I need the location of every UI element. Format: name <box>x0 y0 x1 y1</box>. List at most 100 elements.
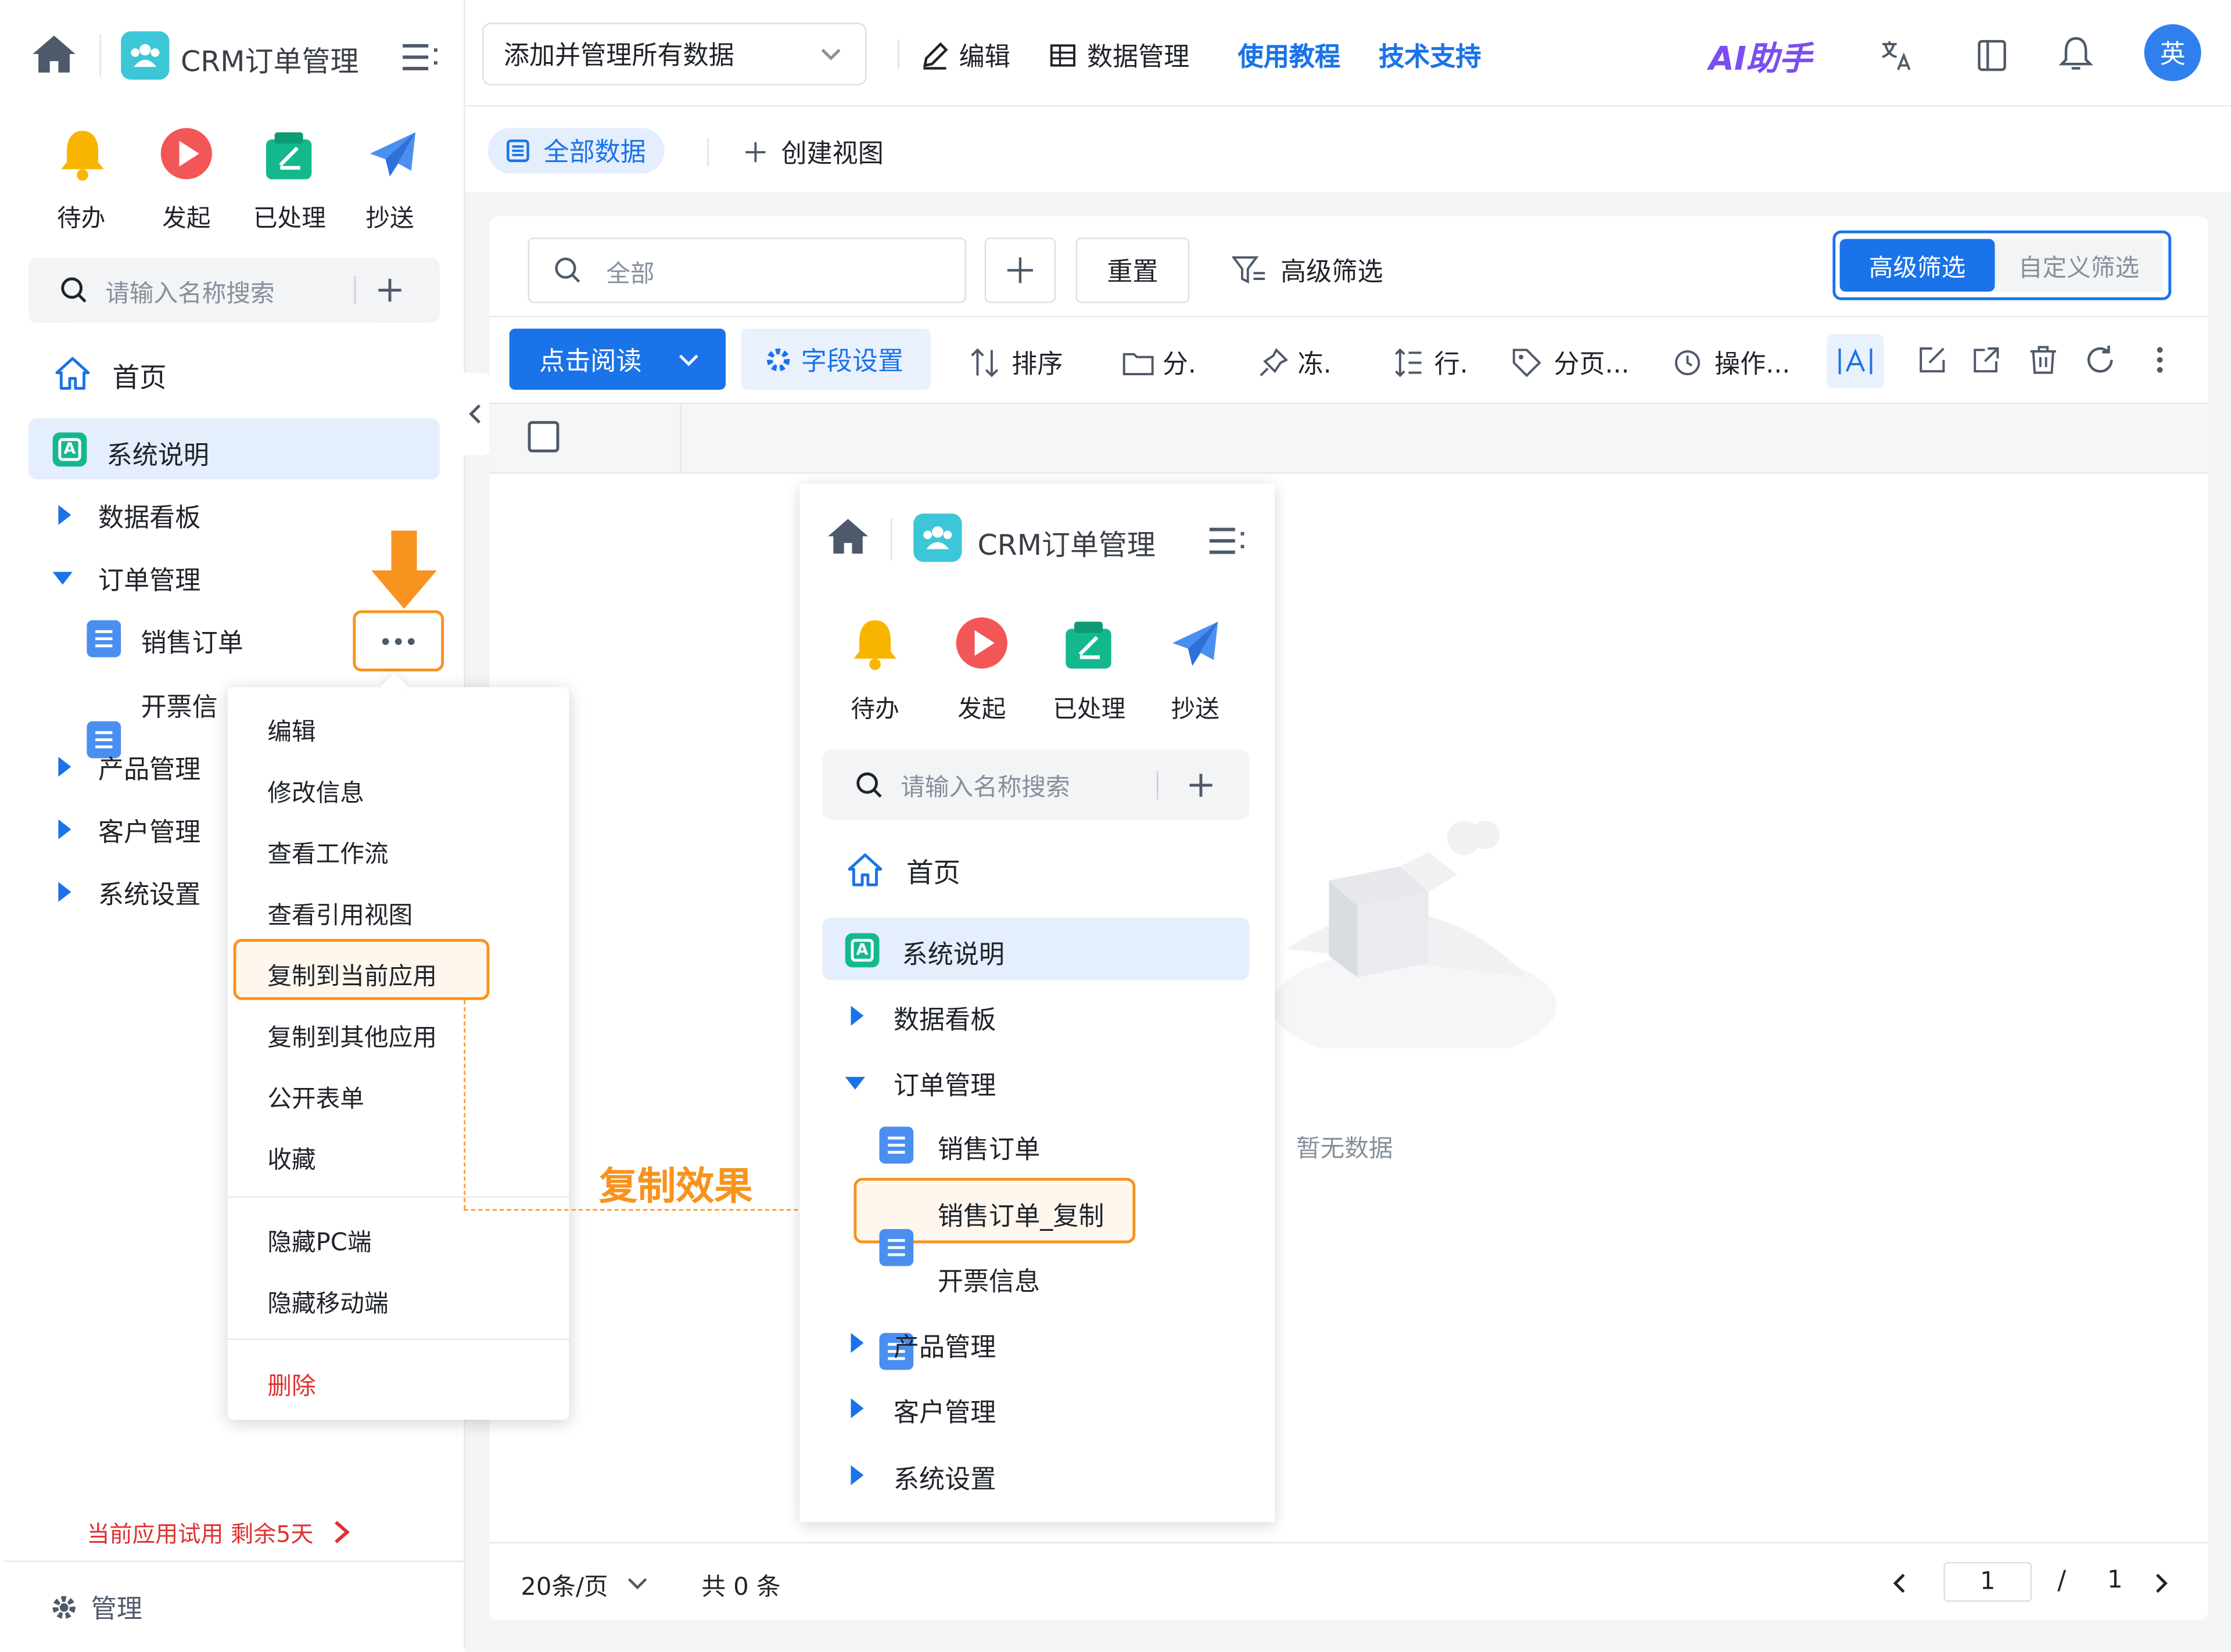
table-icon <box>1050 44 1075 67</box>
page-size-select[interactable]: 20条/页 <box>521 1566 648 1602</box>
team-icon <box>913 513 962 562</box>
caret-right-icon <box>851 1005 864 1026</box>
external-link-icon[interactable] <box>1972 346 2000 374</box>
operation-log-button[interactable]: 操作... <box>1673 344 1790 382</box>
nav-order-mgmt[interactable]: 订单管理 <box>98 561 200 598</box>
tab-advanced-filter[interactable]: 高级筛选 <box>1839 239 1995 292</box>
create-view-button[interactable]: 创建视图 <box>744 134 884 171</box>
sidebar-search-input[interactable]: 请输入名称搜索 <box>105 272 350 308</box>
tab-custom-filter[interactable]: 自定义筛选 <box>1995 239 2163 292</box>
edit-box-icon[interactable] <box>1918 346 1946 374</box>
nav-settings[interactable]: 系统设置 <box>98 875 200 912</box>
home-outline-icon <box>845 851 885 888</box>
doc-icon <box>87 620 121 658</box>
quick-todo-label: 待办 <box>56 204 106 234</box>
book-icon[interactable] <box>1977 38 2008 73</box>
sort-icon <box>971 348 999 378</box>
nav-item-sys-desc[interactable] <box>28 418 440 480</box>
nav-sales-order[interactable]: 销售订单 <box>141 623 243 660</box>
group-label: 分. <box>1162 350 1196 380</box>
translate-icon[interactable] <box>1880 38 1914 73</box>
manage-button[interactable]: 管理 <box>50 1589 142 1626</box>
filter-search[interactable]: 全部 <box>528 237 966 303</box>
caret-right-icon <box>851 1398 864 1418</box>
panel-quick-done: 已处理 <box>1053 695 1126 724</box>
annotation-line <box>464 1000 465 1209</box>
ai-assistant-button[interactable]: AI助手 <box>1709 31 1812 80</box>
caret-down-icon <box>845 1076 865 1090</box>
read-button[interactable]: 点击阅读 <box>509 328 726 390</box>
support-link[interactable]: 技术支持 <box>1379 37 1481 74</box>
total-count: 共 0 条 <box>701 1573 781 1602</box>
trial-link[interactable]: 当前应用试用 剩余5天 <box>87 1515 350 1549</box>
caret-right-icon <box>851 1465 864 1485</box>
reset-label: 重置 <box>1107 257 1158 288</box>
bell-icon <box>847 615 903 671</box>
panel-quick-todo: 待办 <box>851 695 899 724</box>
menu-view-references[interactable]: 查看引用视图 <box>267 895 413 931</box>
field-settings-label: 字段设置 <box>801 346 904 376</box>
trash-icon[interactable] <box>2029 344 2057 376</box>
tutorial-link[interactable]: 使用教程 <box>1238 37 1340 74</box>
pagination-settings-button[interactable]: 分页... <box>1511 344 1630 382</box>
notification-bell-icon[interactable] <box>2058 35 2093 73</box>
menu-hide-mobile[interactable]: 隐藏移动端 <box>267 1283 388 1319</box>
menu-copy-current-app[interactable]: 复制到当前应用 <box>267 956 436 992</box>
freeze-button[interactable]: 冻. <box>1258 344 1332 382</box>
nav-product[interactable]: 产品管理 <box>98 750 200 787</box>
menu-delete[interactable]: 删除 <box>267 1366 315 1401</box>
check-icon[interactable] <box>260 128 317 182</box>
avatar[interactable]: 英 <box>2144 24 2201 81</box>
menu-view-workflow[interactable]: 查看工作流 <box>267 834 388 869</box>
more-button[interactable] <box>353 610 444 671</box>
nav-dashboard[interactable]: 数据看板 <box>98 498 200 535</box>
tab-all-data-label: 全部数据 <box>543 138 646 168</box>
panel-quick-start: 发起 <box>957 695 1006 724</box>
menu-icon[interactable] <box>403 42 440 74</box>
field-settings-button[interactable]: 字段设置 <box>741 328 931 390</box>
home-outline-icon <box>53 354 93 392</box>
bell-icon[interactable] <box>54 125 111 182</box>
empty-text: 暂无数据 <box>1296 1135 1393 1164</box>
prev-page-icon[interactable] <box>1892 1572 1906 1594</box>
panel-nav-sys-desc: 系统说明 <box>902 940 1005 971</box>
page-input[interactable]: 1 <box>1943 1562 2032 1602</box>
data-mgmt-button[interactable]: 数据管理 <box>1049 37 1189 74</box>
nav-customer[interactable]: 客户管理 <box>98 812 200 849</box>
menu-copy-other-app[interactable]: 复制到其他应用 <box>267 1017 436 1053</box>
next-page-icon[interactable] <box>2154 1572 2168 1594</box>
sort-button[interactable]: 排序 <box>969 344 1063 382</box>
tab-all-data[interactable]: 全部数据 <box>488 128 665 174</box>
plus-icon[interactable] <box>376 276 404 304</box>
refresh-icon[interactable] <box>2085 344 2116 376</box>
menu-favorite[interactable]: 收藏 <box>267 1140 315 1175</box>
nav-home[interactable]: 首页 <box>112 357 166 396</box>
group-button[interactable]: 分. <box>1122 344 1196 382</box>
row-height-button[interactable]: 行. <box>1394 344 1468 382</box>
sidebar-search[interactable]: 请输入名称搜索 <box>28 257 440 323</box>
menu-modify-info[interactable]: 修改信息 <box>267 773 364 808</box>
menu-hide-pc[interactable]: 隐藏PC端 <box>267 1222 371 1258</box>
trial-text: 当前应用试用 剩余5天 <box>87 1520 314 1548</box>
team-icon <box>121 31 170 80</box>
home-icon[interactable] <box>30 31 78 77</box>
nav-invoice[interactable]: 开票信 <box>141 687 226 724</box>
send-icon[interactable] <box>364 128 421 182</box>
add-filter-button[interactable] <box>984 237 1056 303</box>
menu-public-form[interactable]: 公开表单 <box>267 1078 364 1114</box>
caret-right-icon <box>58 819 71 839</box>
filter-search-input[interactable]: 全部 <box>606 253 654 288</box>
copy-result-panel: CRM订单管理 待办 发起 已处理 抄送 请输入名称搜索 首页 A 系统说明 数… <box>799 483 1275 1522</box>
reset-button[interactable]: 重置 <box>1075 237 1190 303</box>
more-vertical-icon[interactable] <box>2155 346 2164 374</box>
edit-button[interactable]: 编辑 <box>921 37 1010 74</box>
doc-icon <box>879 1126 914 1164</box>
view-select[interactable]: 添加并管理所有数据 <box>482 23 867 85</box>
text-mode-icon[interactable] <box>1827 334 1884 389</box>
chevron-down-icon <box>821 48 841 60</box>
page-size-value: 20条/页 <box>521 1573 608 1602</box>
advanced-filter-button[interactable]: 高级筛选 <box>1232 252 1383 289</box>
play-icon[interactable] <box>158 125 215 182</box>
select-all-checkbox[interactable] <box>528 421 559 452</box>
menu-edit[interactable]: 编辑 <box>267 712 315 747</box>
